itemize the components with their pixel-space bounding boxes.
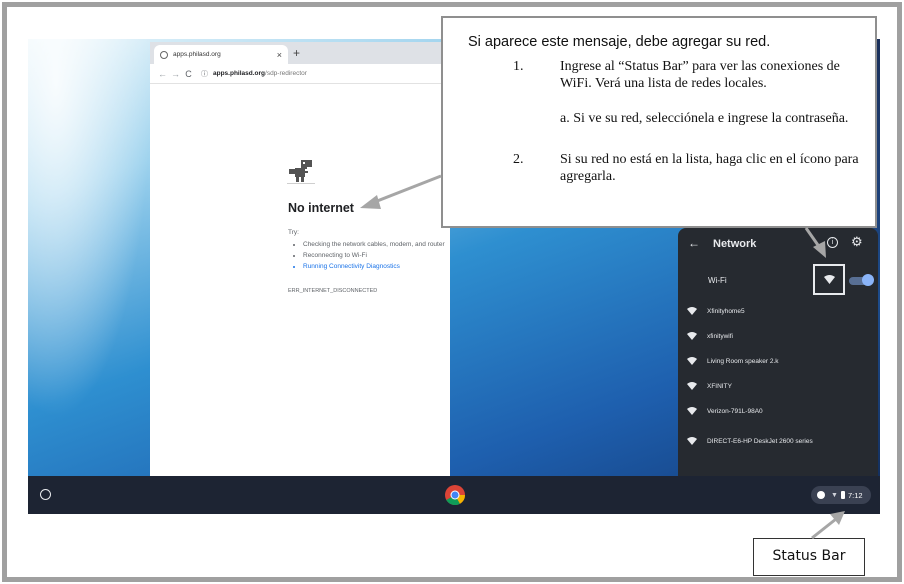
- arrow-head-error: [360, 195, 381, 209]
- arrow-to-error: [371, 174, 442, 205]
- arrow-to-status-tray: [811, 517, 837, 540]
- arrow-head-add-wifi: [813, 241, 826, 258]
- annotation-arrows: [360, 174, 845, 540]
